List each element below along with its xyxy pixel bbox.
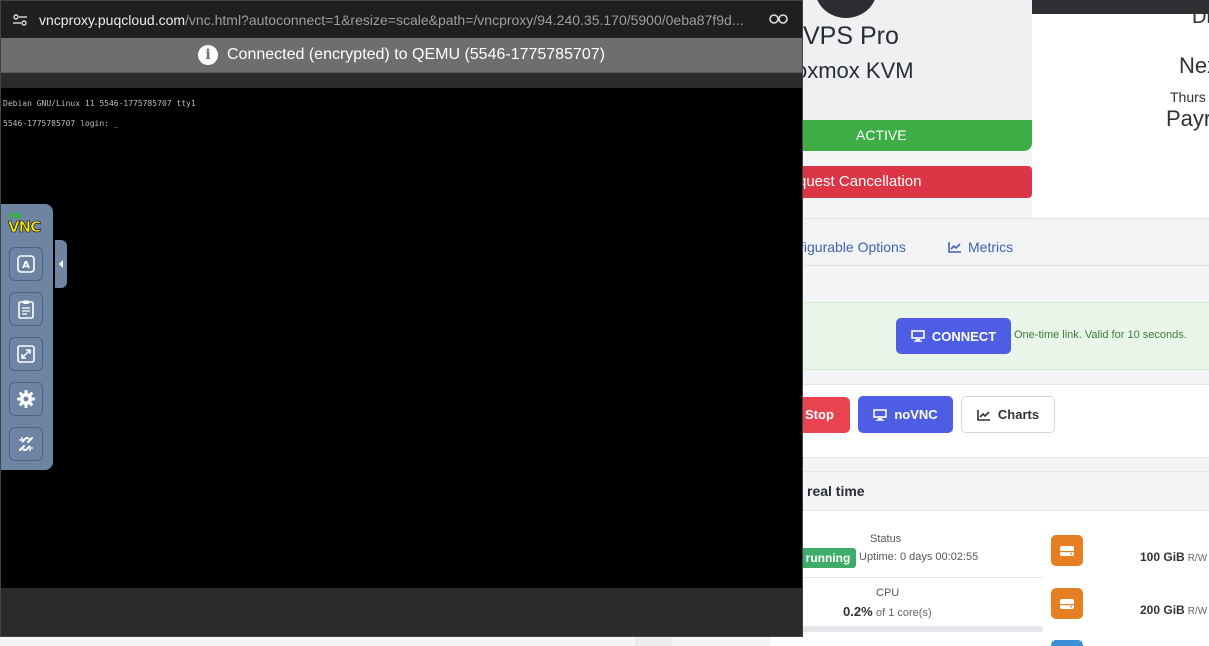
clipboard-button[interactable]: [9, 292, 43, 326]
disk-mode: R/W: [1187, 553, 1208, 564]
terminal-line: Debian GNU/Linux 11 5546-1775785707 tty1: [3, 99, 196, 108]
info-icon: i: [198, 45, 218, 65]
disk-size: 200 GiB R/W: [1140, 603, 1207, 617]
page-edge: [636, 636, 672, 646]
row-divider: [800, 577, 1043, 578]
realtime-title: real time: [807, 483, 865, 499]
billing-line-1: Di: [1192, 6, 1209, 28]
disconnect-icon: [19, 437, 33, 451]
control-bar-handle[interactable]: [55, 240, 67, 288]
tab-label: Metrics: [968, 239, 1014, 255]
cpu-value: 0.2% of 1 core(s): [843, 604, 932, 619]
cpu-progress-bar: [800, 626, 1043, 632]
logo-vnc: VNC: [8, 218, 42, 236]
url-path: /vnc.html?autoconnect=1&resize=scale&pat…: [185, 11, 744, 28]
site-settings-icon[interactable]: [12, 12, 28, 28]
tab-metrics[interactable]: Metrics: [948, 239, 1013, 255]
keyboard-key-icon: A: [17, 255, 35, 273]
connection-banner: i Connected (encrypted) to QEMU (5546-17…: [1, 38, 802, 73]
url-text[interactable]: vncproxy.puqcloud.com/vnc.html?autoconne…: [39, 12, 759, 28]
key-icon[interactable]: [768, 11, 790, 27]
disk-size-value: 200 GiB: [1140, 603, 1185, 617]
connect-label: CONNECT: [931, 328, 997, 344]
connect-note: One-time link. Valid for 10 seconds.: [1014, 329, 1187, 341]
connect-button[interactable]: CONNECT: [896, 318, 1011, 354]
novnc-window: vncproxy.puqcloud.com/vnc.html?autoconne…: [0, 0, 803, 637]
chevron-left-icon: [59, 260, 63, 268]
disk-mode: R/W: [1187, 606, 1208, 617]
billing-line-3: Thurs: [1170, 89, 1206, 105]
cpu-percent: 0.2%: [843, 604, 873, 619]
disk-size: 100 GiB R/W: [1140, 550, 1207, 564]
extra-keys-button[interactable]: A: [9, 247, 43, 281]
fullscreen-icon: [17, 345, 35, 363]
line-chart-icon: [977, 409, 990, 421]
product-subtitle: oxmox KVM: [795, 58, 914, 83]
disconnect-button[interactable]: [9, 427, 43, 461]
running-badge: running: [800, 548, 856, 568]
url-bar[interactable]: vncproxy.puqcloud.com/vnc.html?autoconne…: [1, 1, 802, 38]
gear-icon: [17, 390, 35, 408]
tab-label: figurable Options: [800, 239, 906, 255]
charts-button[interactable]: Charts: [961, 396, 1055, 433]
url-host: vncproxy.puqcloud.com: [39, 11, 186, 28]
monitor-icon: [873, 408, 888, 421]
billing-line-2: Nex: [1179, 53, 1209, 78]
svg-text:A: A: [22, 260, 30, 271]
remote-screen[interactable]: [1, 88, 802, 588]
screen-bottom-margin: [1, 588, 802, 636]
novnc-label: noVNC: [894, 407, 938, 422]
tab-configurable-options[interactable]: figurable Options: [800, 239, 906, 255]
status-label: Status: [870, 533, 902, 545]
screen-top-margin: [1, 73, 802, 88]
status-badge: ACTIVE: [770, 120, 1032, 151]
clipboard-icon: [18, 300, 34, 319]
line-chart-icon: [948, 242, 961, 253]
product-name: VPS Pro: [803, 22, 899, 50]
request-cancellation-button[interactable]: quest Cancellation: [770, 166, 1032, 198]
settings-button[interactable]: [9, 382, 43, 416]
novnc-button[interactable]: noVNC: [858, 396, 953, 433]
monitor-icon: [911, 330, 925, 342]
hard-drive-icon: [1051, 535, 1083, 566]
cpu-cores: of 1 core(s): [875, 607, 932, 619]
fullscreen-button[interactable]: [9, 337, 43, 371]
cpu-label: CPU: [876, 587, 900, 599]
connection-status-text: Connected (encrypted) to QEMU (5546-1775…: [227, 46, 605, 63]
charts-label: Charts: [997, 407, 1040, 422]
terminal-line: 5546-1775785707 login: _: [3, 119, 119, 128]
hard-drive-icon: [1051, 588, 1083, 619]
novnc-logo: no VNC: [7, 212, 45, 236]
uptime-text: Uptime: 0 days 00:02:55: [859, 551, 979, 563]
disk-size-value: 100 GiB: [1140, 550, 1185, 564]
network-icon: [1051, 640, 1083, 646]
billing-line-4: Payr: [1166, 106, 1209, 131]
